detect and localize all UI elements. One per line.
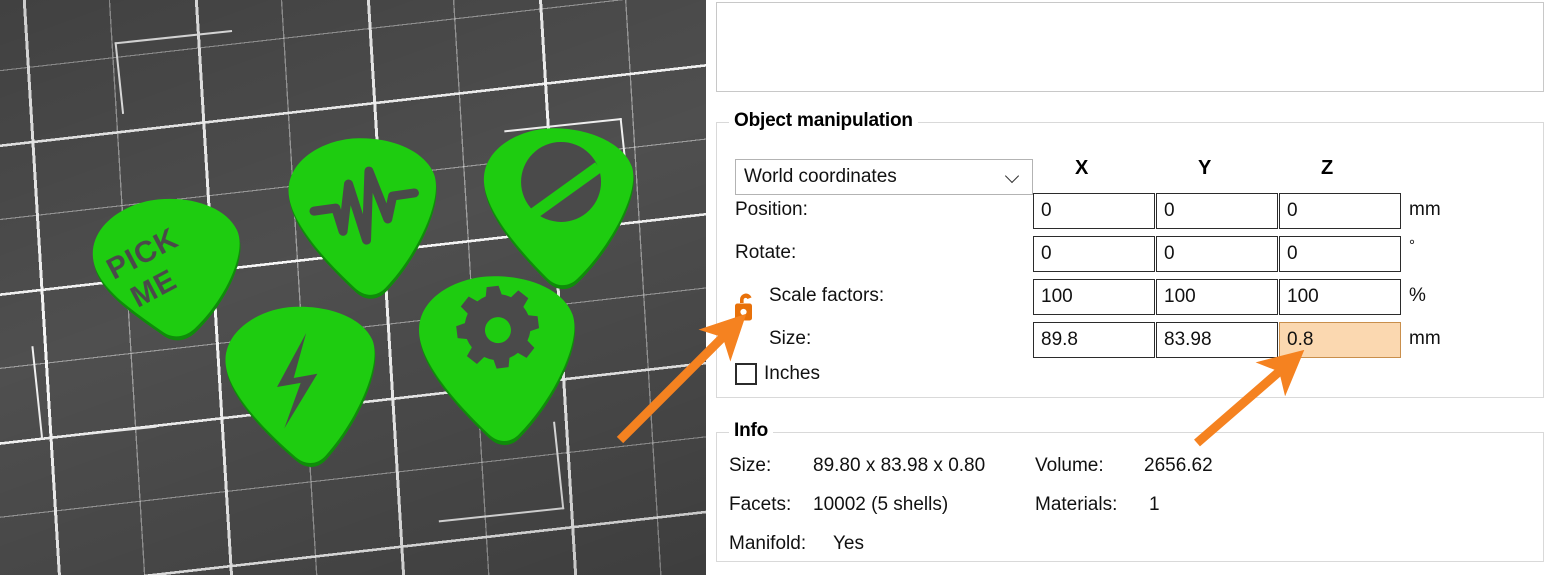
3d-print-bed-viewport[interactable]: PICK ME: [0, 0, 706, 575]
position-row-label: Position:: [735, 199, 808, 220]
info-materials-label: Materials:: [1035, 494, 1118, 515]
app-root: PICK ME Object manipulation World coordi…: [0, 0, 1554, 575]
info-title: Info: [729, 420, 774, 442]
chevron-down-icon: [1006, 170, 1020, 184]
object-manipulation-group: Object manipulation World coordinates X …: [716, 110, 1544, 398]
info-materials-value: 1: [1149, 494, 1160, 515]
rotate-unit-label: °: [1409, 237, 1415, 254]
info-manifold-value: Yes: [833, 533, 864, 554]
info-facets-label: Facets:: [729, 494, 792, 515]
scale-factors-row-label: Scale factors:: [769, 285, 885, 306]
bed-corner-marker-bottom-left: [31, 334, 157, 440]
pick-gear[interactable]: [406, 268, 596, 458]
coordinate-system-select[interactable]: World coordinates: [735, 159, 1033, 195]
object-list-panel[interactable]: [716, 2, 1544, 92]
position-unit-label: mm: [1409, 199, 1441, 220]
inches-checkbox[interactable]: [735, 363, 757, 385]
info-volume-label: Volume:: [1035, 455, 1104, 476]
axis-header-y: Y: [1198, 157, 1212, 179]
rotate-y-field[interactable]: 0: [1156, 236, 1278, 272]
pick-lightning-bolt[interactable]: [216, 300, 396, 480]
info-group: Info Size: 89.80 x 83.98 x 0.80 Volume: …: [716, 420, 1544, 562]
size-z-field[interactable]: 0.8: [1279, 322, 1401, 358]
position-x-field[interactable]: 0: [1033, 193, 1155, 229]
info-volume-value: 2656.62: [1144, 455, 1213, 476]
inches-checkbox-row[interactable]: Inches: [735, 363, 820, 385]
scale-unit-label: %: [1409, 285, 1426, 306]
scale-x-field[interactable]: 100: [1033, 279, 1155, 315]
coordinate-system-value: World coordinates: [744, 166, 897, 187]
info-size-label: Size:: [729, 455, 772, 476]
size-row-label: Size:: [769, 328, 812, 349]
axis-header-x: X: [1075, 157, 1089, 179]
position-z-field[interactable]: 0: [1279, 193, 1401, 229]
bed-corner-marker-top-left: [114, 30, 240, 114]
size-x-field[interactable]: 89.8: [1033, 322, 1155, 358]
print-bed: PICK ME: [0, 0, 706, 575]
scale-y-field[interactable]: 100: [1156, 279, 1278, 315]
object-manipulation-title: Object manipulation: [729, 110, 918, 132]
axis-header-z: Z: [1321, 157, 1334, 179]
rotate-row-label: Rotate:: [735, 242, 797, 263]
info-size-value: 89.80 x 83.98 x 0.80: [813, 455, 986, 476]
scale-z-field[interactable]: 100: [1279, 279, 1401, 315]
unlocked-padlock-icon[interactable]: [731, 291, 761, 330]
info-facets-value: 10002 (5 shells): [813, 494, 949, 515]
right-side-panel: Object manipulation World coordinates X …: [706, 0, 1554, 575]
info-manifold-label: Manifold:: [729, 533, 807, 554]
inches-label: Inches: [764, 363, 820, 384]
position-y-field[interactable]: 0: [1156, 193, 1278, 229]
size-y-field[interactable]: 83.98: [1156, 322, 1278, 358]
rotate-x-field[interactable]: 0: [1033, 236, 1155, 272]
size-unit-label: mm: [1409, 328, 1441, 349]
rotate-z-field[interactable]: 0: [1279, 236, 1401, 272]
